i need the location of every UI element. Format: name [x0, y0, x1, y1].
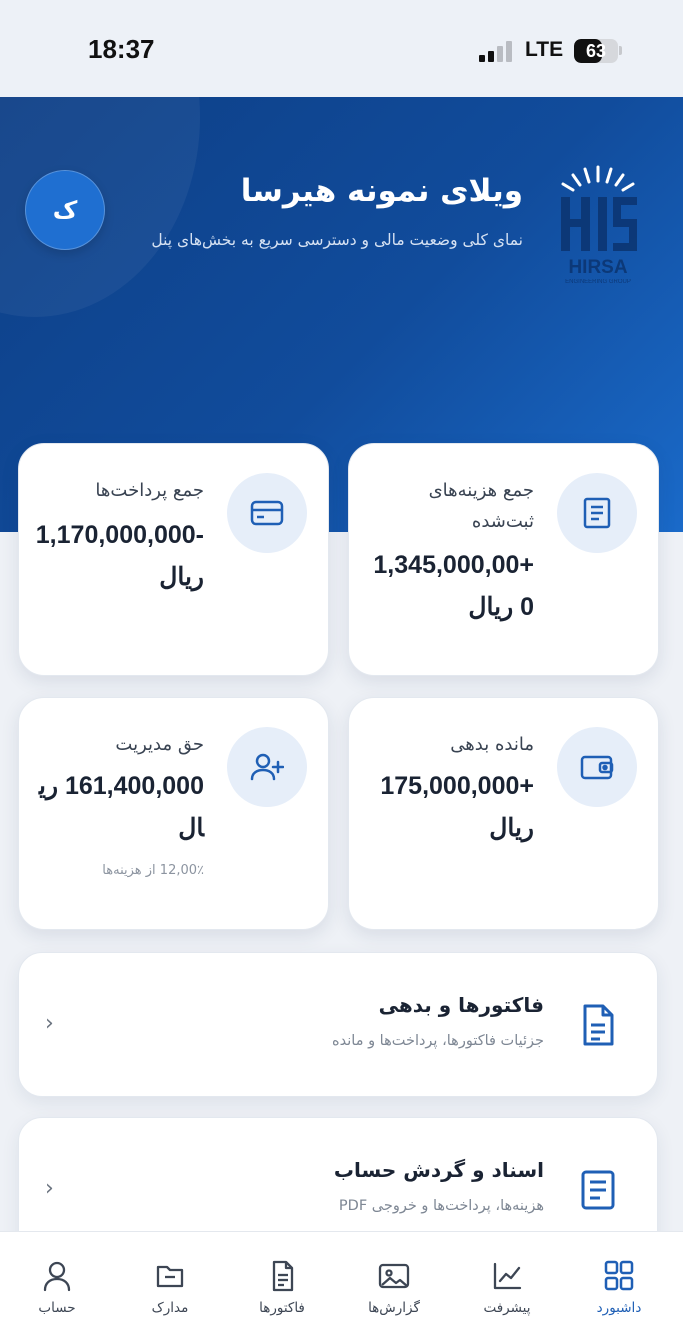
tab-label: پیشرفت — [483, 1300, 531, 1316]
grid-icon — [604, 1260, 634, 1291]
tab-label: مدارک — [151, 1300, 189, 1316]
status-time: 18:37 — [88, 34, 155, 64]
bottom-tab-bar: داشبورد پیشرفت گزارش‌ها فاکتورها مدارک ح… — [0, 1231, 683, 1338]
tab-dashboard[interactable]: داشبورد — [562, 1232, 676, 1338]
invoice-icon — [272, 1260, 294, 1292]
tab-documents[interactable]: مدارک — [113, 1232, 227, 1338]
section-subtitle: هزینه‌ها، پرداخت‌ها و خروجی PDF — [338, 1198, 544, 1214]
card-icon — [227, 473, 307, 553]
logo-text: HIRSA — [568, 257, 627, 278]
stat-label: جمع پرداخت‌ها — [95, 480, 204, 501]
hirsa-logo: HIRSA ENGINEERING GROUP — [561, 165, 637, 285]
chart-icon — [493, 1262, 522, 1290]
tab-label: گزارش‌ها — [368, 1300, 420, 1316]
chevron-left-icon: ‹ — [45, 1176, 54, 1201]
page-subtitle: نمای کلی وضعیت مالی و دسترسی سریع به بخش… — [151, 231, 523, 249]
section-invoices-debt[interactable]: فاکتورها و بدهی جزئیات فاکتورها، پرداخت‌… — [18, 952, 658, 1097]
stat-value: +1,345,000,000 ریال — [373, 551, 534, 621]
stat-label: جمع هزینه‌های ثبت‌شده — [428, 480, 534, 532]
page-title: ویلای نمونه هیرسا — [240, 173, 523, 209]
user-plus-icon — [227, 727, 307, 807]
tab-account[interactable]: حساب — [0, 1232, 114, 1338]
network-label: LTE — [525, 38, 564, 61]
signal-icon — [479, 40, 513, 62]
image-icon — [378, 1263, 410, 1289]
document-icon — [557, 473, 637, 553]
stat-value: -1,170,000,000 ریال — [35, 521, 204, 591]
wallet-icon — [557, 727, 637, 807]
avatar-letter: ک — [52, 196, 78, 224]
battery-tip — [619, 46, 622, 55]
status-bar: 18:37 LTE 63 — [0, 0, 683, 97]
section-subtitle: جزئیات فاکتورها، پرداخت‌ها و مانده — [332, 1033, 544, 1049]
chevron-left-icon: ‹ — [45, 1011, 54, 1036]
logo-subtext: ENGINEERING GROUP — [565, 279, 631, 285]
folder-icon — [156, 1265, 184, 1288]
section-title: فاکتورها و بدهی — [378, 993, 544, 1017]
stat-card-remaining-debt[interactable]: مانده بدهی +175,000,000 ریال — [348, 697, 659, 930]
tab-progress[interactable]: پیشرفت — [450, 1232, 564, 1338]
battery-level: 63 — [585, 41, 607, 61]
stat-label: مانده بدهی — [450, 734, 534, 755]
avatar-button[interactable]: ک — [25, 170, 105, 250]
tab-label: حساب — [38, 1300, 76, 1316]
tab-label: فاکتورها — [259, 1300, 305, 1316]
stat-card-management-fee[interactable]: حق مدیریت 161,400,000 ریال 12,00٪ از هزی… — [18, 697, 329, 930]
stat-value: 161,400,000 ریال — [38, 772, 204, 842]
battery-icon: 63 — [574, 39, 618, 63]
stat-label: حق مدیریت — [115, 734, 204, 755]
stat-note: 12,00٪ از هزینه‌ها — [102, 863, 204, 878]
stat-value: +175,000,000 ریال — [380, 772, 534, 842]
user-icon — [43, 1261, 71, 1292]
tab-reports[interactable]: گزارش‌ها — [337, 1232, 451, 1338]
stat-card-total-payments[interactable]: جمع پرداخت‌ها -1,170,000,000 ریال — [18, 443, 329, 676]
ledger-icon — [581, 1170, 615, 1210]
tab-invoices[interactable]: فاکتورها — [225, 1232, 339, 1338]
invoice-icon — [583, 1004, 614, 1046]
stat-card-total-expenses[interactable]: جمع هزینه‌های ثبت‌شده +1,345,000,000 ریا… — [348, 443, 659, 676]
section-title: اسناد و گردش حساب — [333, 1158, 544, 1182]
tab-label: داشبورد — [596, 1300, 642, 1316]
